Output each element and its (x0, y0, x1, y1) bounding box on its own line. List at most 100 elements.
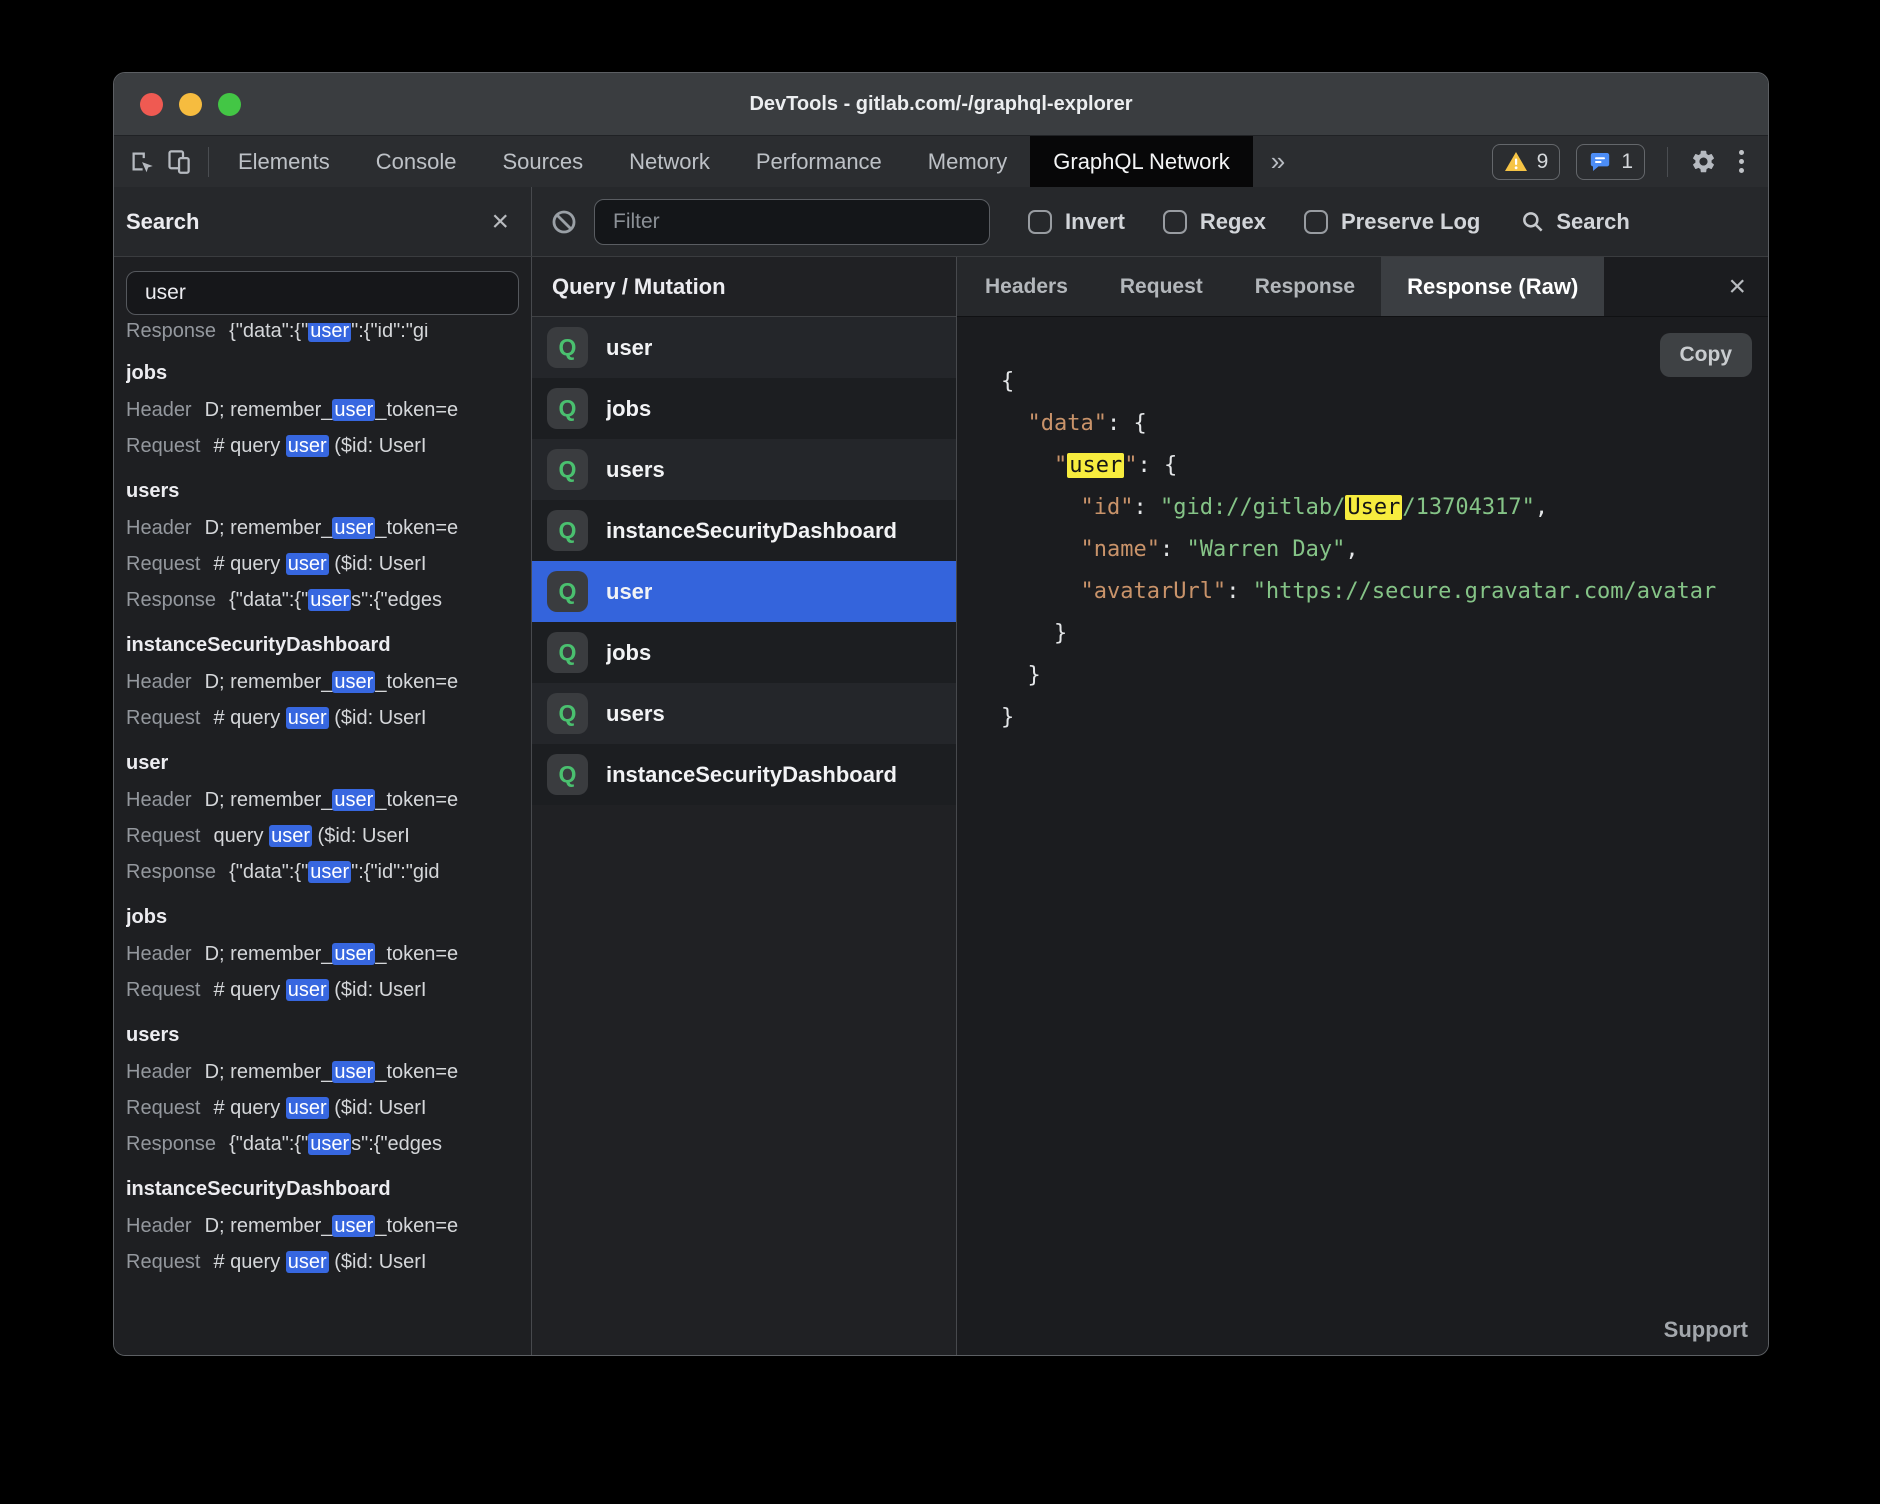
query-row-users[interactable]: Qusers (532, 439, 956, 500)
search-result-line[interactable]: Request# query user ($id: UserI (126, 700, 531, 736)
search-match-highlight: user (332, 943, 375, 965)
search-result-line[interactable]: Response{"data":{"users":{"edges (126, 582, 531, 618)
kebab-menu-icon[interactable] (1733, 146, 1750, 177)
messages-badge[interactable]: 1 (1576, 144, 1645, 180)
settings-gear-icon[interactable] (1690, 148, 1717, 175)
detail-tab-response[interactable]: Response (1229, 257, 1381, 316)
search-match-highlight: user (286, 979, 329, 1001)
more-tabs-chevron-icon[interactable]: » (1253, 136, 1303, 187)
query-row-jobs[interactable]: Qjobs (532, 378, 956, 439)
search-result-line[interactable]: Request# query user ($id: UserI (126, 1090, 531, 1126)
search-result-line[interactable]: HeaderD; remember_user_token=e (126, 936, 531, 972)
query-row-label: users (606, 457, 665, 483)
result-line-label: Request (126, 1251, 201, 1273)
result-line-label: Header (126, 943, 192, 965)
query-row-instancesecuritydashboard[interactable]: QinstanceSecurityDashboard (532, 500, 956, 561)
search-result-line[interactable]: Response{"data":{"user":{"id":"gi (126, 323, 531, 349)
devtools-tab-elements[interactable]: Elements (215, 136, 353, 187)
search-result-title[interactable]: user (126, 745, 531, 782)
search-match-highlight: user (308, 323, 351, 342)
query-type-icon: Q (547, 388, 588, 429)
devtools-tool-icons (114, 136, 202, 187)
devtools-tabs: ElementsConsoleSourcesNetworkPerformance… (215, 136, 1253, 187)
query-row-jobs[interactable]: Qjobs (532, 622, 956, 683)
search-result-line[interactable]: Request# query user ($id: UserI (126, 428, 531, 464)
result-line-label: Request (126, 553, 201, 575)
result-line-label: Request (126, 1097, 201, 1119)
devtools-tab-sources[interactable]: Sources (479, 136, 606, 187)
result-line-value: # query user ($id: UserI (214, 707, 427, 729)
search-result-line[interactable]: Request# query user ($id: UserI (126, 972, 531, 1008)
query-row-label: user (606, 579, 652, 605)
search-result-title[interactable]: jobs (126, 899, 531, 936)
query-row-user[interactable]: Quser (532, 317, 956, 378)
issues-warning-badge[interactable]: 9 (1492, 144, 1561, 180)
json-line: } (1001, 613, 1768, 655)
devtools-tab-memory[interactable]: Memory (905, 136, 1030, 187)
regex-checkbox[interactable]: Regex (1163, 209, 1266, 235)
close-window-button[interactable] (140, 93, 163, 116)
detail-tab-headers[interactable]: Headers (957, 257, 1094, 316)
search-toggle-label: Search (1556, 209, 1629, 235)
devtools-tabbar: ElementsConsoleSourcesNetworkPerformance… (114, 135, 1768, 187)
query-row-instancesecuritydashboard[interactable]: QinstanceSecurityDashboard (532, 744, 956, 805)
devtools-tab-graphql-network[interactable]: GraphQL Network (1030, 136, 1252, 187)
detail-tab-request[interactable]: Request (1094, 257, 1229, 316)
search-result-line[interactable]: HeaderD; remember_user_token=e (126, 782, 531, 818)
detail-tabs: HeadersRequestResponseResponse (Raw) (957, 257, 1604, 316)
search-close-icon[interactable]: × (491, 207, 509, 237)
detail-close-icon[interactable]: × (1728, 257, 1768, 316)
query-row-user[interactable]: Quser (532, 561, 956, 622)
search-result-line[interactable]: Request # query user ($id: UserI (126, 546, 531, 582)
search-result-title[interactable]: users (126, 473, 531, 510)
search-input[interactable] (126, 271, 519, 315)
invert-checkbox[interactable]: Invert (1028, 209, 1125, 235)
search-match-highlight: user (308, 1133, 351, 1155)
result-line-value: D; remember_user_token=e (205, 517, 459, 539)
result-line-value: {"data":{"users":{"edges (229, 589, 442, 611)
search-result-line[interactable]: Requestquery user ($id: UserI (126, 818, 531, 854)
search-result-line[interactable]: HeaderD; remember_user_token=e (126, 392, 531, 428)
detail-tab-response-raw[interactable]: Response (Raw) (1381, 257, 1604, 316)
search-result-line[interactable]: HeaderD; remember_user_token=e (126, 1054, 531, 1090)
query-row-label: users (606, 701, 665, 727)
search-result-line[interactable]: Response{"data":{"user":{"id":"gid (126, 854, 531, 890)
search-result-line[interactable]: Request# query user ($id: UserI (126, 1244, 531, 1280)
search-result-group: instanceSecurityDashboardHeaderD; rememb… (126, 1171, 531, 1280)
search-result-title[interactable]: instanceSecurityDashboard (126, 1171, 531, 1208)
result-line-value: # query user ($id: UserI (214, 553, 427, 575)
result-line-value: {"data":{"users":{"edges (229, 1133, 442, 1155)
minimize-window-button[interactable] (179, 93, 202, 116)
devtools-tab-console[interactable]: Console (353, 136, 480, 187)
search-result-title[interactable]: jobs (126, 355, 531, 392)
json-match-highlight: user (1067, 453, 1124, 478)
search-result-title[interactable]: users (126, 1017, 531, 1054)
search-result-line[interactable]: HeaderD; remember_user_token=e (126, 1208, 531, 1244)
search-toggle-button[interactable]: Search (1520, 209, 1629, 235)
search-result-title[interactable]: instanceSecurityDashboard (126, 627, 531, 664)
query-type-icon: Q (547, 327, 588, 368)
device-toolbar-icon[interactable] (165, 148, 192, 175)
query-row-label: jobs (606, 396, 651, 422)
query-list: QuserQjobsQusersQinstanceSecurityDashboa… (532, 317, 956, 805)
support-link[interactable]: Support (1664, 1317, 1748, 1343)
query-row-users[interactable]: Qusers (532, 683, 956, 744)
search-result-line[interactable]: HeaderD; remember_user_token=e (126, 510, 531, 546)
toolbar-separator (1667, 147, 1668, 177)
devtools-tab-network[interactable]: Network (606, 136, 733, 187)
devtools-tab-performance[interactable]: Performance (733, 136, 905, 187)
search-result-line[interactable]: HeaderD; remember_user_token=e (126, 664, 531, 700)
search-match-highlight: user (332, 1061, 375, 1083)
result-line-value: D; remember_user_token=e (205, 671, 459, 693)
filter-input[interactable] (594, 199, 990, 245)
search-icon (1520, 209, 1546, 235)
result-line-label: Header (126, 1215, 192, 1237)
zoom-window-button[interactable] (218, 93, 241, 116)
inspect-element-icon[interactable] (128, 148, 155, 175)
search-result-line[interactable]: Response{"data":{"users":{"edges (126, 1126, 531, 1162)
warning-count: 9 (1537, 150, 1549, 174)
preserve-log-checkbox[interactable]: Preserve Log (1304, 209, 1480, 235)
result-line-value: query user ($id: UserI (214, 825, 410, 847)
copy-button[interactable]: Copy (1660, 333, 1753, 377)
clear-log-icon[interactable] (550, 208, 578, 236)
